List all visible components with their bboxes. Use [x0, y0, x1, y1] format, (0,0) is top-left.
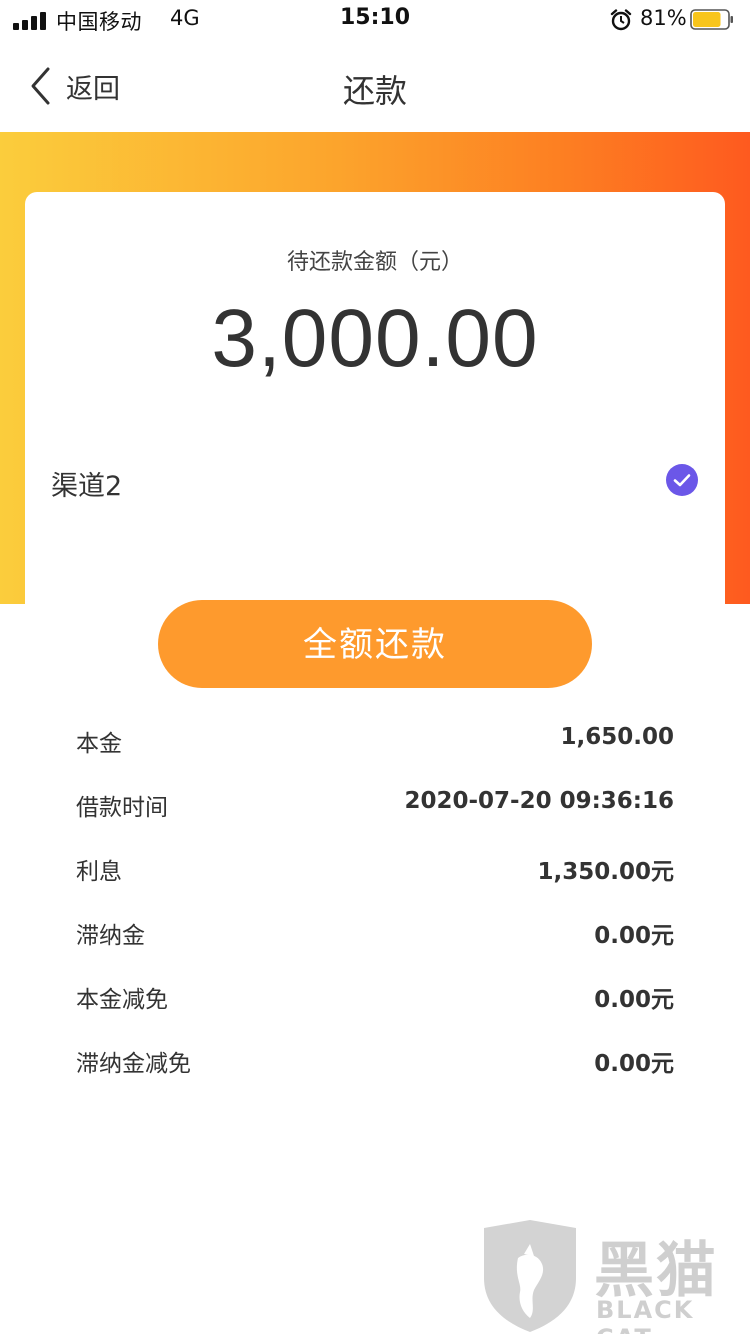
detail-value: 2020-07-20 09:36:16 — [404, 788, 674, 814]
detail-row-loan-time: 借款时间 2020-07-20 09:36:16 — [76, 776, 674, 840]
detail-key: 滞纳金 — [76, 923, 145, 949]
amount-due-value: 3,000.00 — [211, 293, 539, 384]
detail-key: 本金 — [76, 731, 122, 757]
detail-row-late-fee: 滞纳金 0.00元 — [76, 904, 674, 968]
amount-card: 待还款金额（元） 3,000.00 渠道2 — [25, 192, 725, 604]
detail-row-late-fee-waiver: 滞纳金减免 0.00元 — [76, 1032, 674, 1096]
detail-row-interest: 利息 1,350.00元 — [76, 840, 674, 904]
battery-percent: 81% — [640, 6, 687, 30]
detail-key: 滞纳金减免 — [76, 1051, 191, 1077]
cat-shield-logo-icon — [484, 1220, 576, 1332]
detail-row-principal: 本金 1,650.00 — [76, 712, 674, 776]
detail-key: 借款时间 — [76, 795, 168, 821]
alarm-clock-icon — [610, 9, 632, 31]
status-bar: 中国移动 4G 15:10 81% — [0, 0, 750, 40]
detail-key: 利息 — [76, 859, 122, 885]
detail-value: 0.00元 — [594, 987, 674, 1013]
check-circle-icon[interactable] — [666, 464, 698, 496]
watermark-en-text: BLACK CAT — [596, 1296, 695, 1334]
black-cat-watermark: 黑猫 BLACK CAT — [478, 1218, 750, 1334]
channel-option-label[interactable]: 渠道2 — [51, 464, 122, 503]
detail-key: 本金减免 — [76, 987, 168, 1013]
detail-row-principal-waiver: 本金减免 0.00元 — [76, 968, 674, 1032]
full-repayment-button[interactable]: 全额还款 — [158, 600, 592, 688]
battery-icon — [690, 9, 733, 30]
detail-value: 0.00元 — [594, 923, 674, 949]
loan-details-list: 本金 1,650.00 借款时间 2020-07-20 09:36:16 利息 … — [76, 712, 674, 1096]
detail-value: 1,350.00元 — [537, 859, 675, 885]
repayment-page: 中国移动 4G 15:10 81% 返回 还款 待还款金额（元） 3,000.0… — [0, 0, 750, 1334]
status-time: 15:10 — [339, 5, 411, 30]
detail-value: 1,650.00 — [560, 724, 675, 750]
page-title: 还款 — [342, 72, 407, 110]
amount-due-label: 待还款金额（元） — [286, 250, 463, 275]
nav-bar: 返回 还款 — [0, 40, 750, 132]
detail-value: 0.00元 — [594, 1051, 674, 1077]
